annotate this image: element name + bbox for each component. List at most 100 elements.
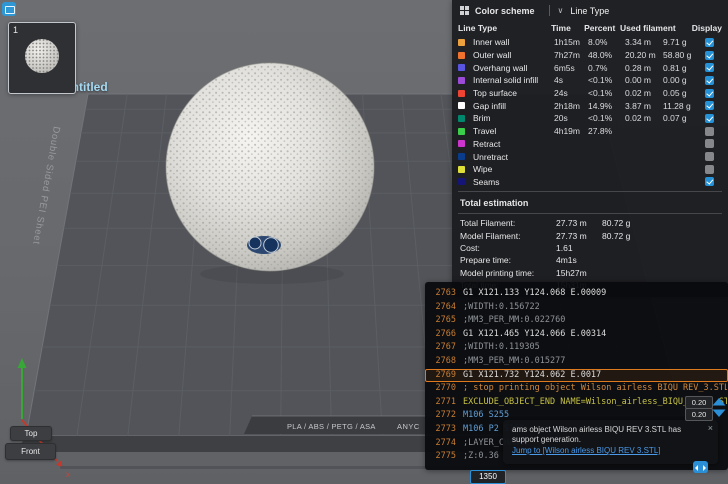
legend-row: Seams [452, 176, 728, 189]
total-row: Cost: 1.61 [452, 242, 728, 254]
legend-row: Internal solid infill 4s <0.1% 0.00 m 0.… [452, 74, 728, 87]
plate-thumbnail-preview [25, 39, 59, 73]
line-type-label: Seams [473, 176, 500, 187]
display-checkbox[interactable] [705, 101, 714, 111]
time-value: 20s [554, 113, 568, 124]
line-type-swatch [458, 165, 465, 173]
line-type-swatch [458, 102, 465, 110]
total-estimation-heading: Total estimation [460, 198, 529, 209]
line-type-label: Wipe [473, 164, 493, 175]
gcode-line[interactable]: 2763 G1 X121.133 Y124.068 E.00009 [425, 287, 728, 301]
line-type-label: Overhang wall [473, 62, 528, 73]
gcode-line[interactable]: 2767 ;WIDTH:0.119305 [425, 341, 728, 355]
line-type-swatch [458, 89, 465, 97]
display-checkbox[interactable] [705, 63, 714, 73]
plate-brand-label: ANYC [397, 422, 420, 431]
total-label: Model printing time: [460, 267, 535, 278]
used-m-value: 20.20 m [625, 50, 656, 61]
gcode-line-number: 2766 [435, 328, 456, 339]
close-icon[interactable]: × [708, 423, 713, 433]
used-m-value: 3.87 m [625, 100, 651, 111]
slicer-preview-viewport[interactable]: Double Sided PEI Sheet PLA / ABS / PETG … [0, 0, 728, 484]
gcode-line[interactable]: 2771 EXCLUDE_OBJECT_END NAME=Wilson_airle… [425, 396, 728, 410]
gcode-line[interactable]: 2768 ;MM3_PER_MM:0.015277 [425, 355, 728, 369]
total-value: 4m1s [556, 255, 577, 266]
display-checkbox[interactable] [705, 126, 714, 136]
view-type-dropdown[interactable]: Line Type [570, 6, 609, 16]
axis-z-arrow-icon [17, 358, 27, 368]
gcode-line-text: G1 X121.133 Y124.068 E.00009 [463, 288, 607, 298]
line-type-swatch [458, 64, 465, 72]
col-line-type: Line Type [458, 22, 498, 33]
line-type-label: Outer wall [473, 50, 512, 61]
display-checkbox[interactable] [705, 164, 714, 174]
layer-slider-handle[interactable] [711, 397, 727, 419]
display-checkbox[interactable] [705, 37, 714, 47]
display-checkbox[interactable] [705, 88, 714, 98]
total-value: 27.73 m [556, 230, 587, 241]
used-m-value: 0.02 m [625, 88, 651, 99]
percent-value: 27.8% [588, 126, 613, 137]
total-row: Model Filament: 27.73 m 80.72 g [452, 230, 728, 242]
move-slider-handle[interactable] [693, 461, 708, 473]
total-value: 27.73 m [556, 218, 587, 229]
gcode-line[interactable]: 2770 ; stop printing object Wilson airles… [425, 382, 728, 396]
display-checkbox[interactable] [705, 50, 714, 60]
gcode-line-current[interactable]: 2769 G1 X121.732 Y124.062 E.0017 [425, 368, 728, 383]
time-value: 2h18m [554, 100, 580, 111]
notification-text: support generation. [512, 435, 581, 444]
line-type-swatch [458, 76, 465, 84]
gcode-line[interactable]: 2764 ;WIDTH:0.156722 [425, 301, 728, 315]
view-top-button[interactable]: Top [10, 426, 52, 441]
plate-edge-label: Double Sided PEI Sheet [30, 125, 62, 245]
time-value: 24s [554, 88, 568, 99]
legend-row: Wipe [452, 163, 728, 176]
col-percent: Percent [584, 22, 616, 33]
gcode-line-text: ;WIDTH:0.119305 [463, 342, 540, 353]
gcode-line-number: 2774 [435, 437, 456, 448]
total-row: Prepare time: 4m1s [452, 254, 728, 266]
gcode-line-number: 2772 [435, 410, 456, 421]
display-checkbox[interactable] [705, 75, 714, 85]
plate-thumbnail[interactable]: 1 [8, 22, 76, 94]
percent-value: 0.7% [588, 62, 608, 73]
wilson-logo-icon [248, 236, 262, 250]
display-checkbox[interactable] [705, 152, 714, 162]
used-g-value: 9.71 g [663, 37, 687, 48]
gcode-line-text: ; stop printing object Wilson airless BI… [463, 383, 728, 394]
time-value: 1h15m [554, 37, 580, 48]
legend-row: Retract [452, 138, 728, 151]
thumbnails-panel-icon[interactable] [2, 2, 16, 16]
time-value: 4s [554, 75, 563, 86]
gcode-line[interactable]: 2766 G1 X121.465 Y124.066 E.00314 [425, 328, 728, 342]
gcode-line-number: 2765 [435, 315, 456, 326]
display-checkbox[interactable] [705, 139, 714, 149]
used-g-value: 0.07 g [663, 113, 687, 124]
separator [458, 191, 722, 193]
col-display: Display [691, 22, 723, 33]
legend-row: Top surface 24s <0.1% 0.02 m 0.05 g [452, 87, 728, 100]
legend-row: Unretract [452, 150, 728, 163]
color-scheme-title: Color scheme [475, 5, 535, 16]
legend-row: Brim 20s <0.1% 0.02 m 0.07 g [452, 112, 728, 125]
line-type-label: Gap infill [473, 100, 507, 111]
model-sphere[interactable] [165, 62, 375, 272]
gcode-line-text: ;MM3_PER_MM:0.015277 [463, 355, 566, 366]
gcode-line-text: M106 S255 [463, 410, 510, 421]
total-row: Model printing time: 15h27m [452, 266, 728, 278]
line-type-swatch [458, 178, 465, 186]
display-checkbox[interactable] [705, 177, 714, 187]
wilson-logo-icon [263, 237, 279, 253]
legend-column-headers: Line Type Time Percent Used filament Dis… [452, 21, 728, 36]
warning-notification: ams object Wilson airless BIQU REV 3.STL… [503, 420, 718, 464]
view-front-button[interactable]: Front [5, 443, 56, 460]
line-type-swatch [458, 114, 465, 122]
gcode-line[interactable]: 2765 ;MM3_PER_MM:0.022760 [425, 314, 728, 328]
line-type-label: Inner wall [473, 37, 510, 48]
total-label: Model Filament: [460, 230, 521, 241]
total-value: 15h27m [556, 267, 587, 278]
jump-to-object-link[interactable]: Jump to [Wilson airless BIQU REV 3.STL] [512, 445, 709, 456]
axis-x-label: x [66, 469, 71, 479]
display-checkbox[interactable] [705, 113, 714, 123]
gcode-line-number: 2767 [435, 342, 456, 353]
